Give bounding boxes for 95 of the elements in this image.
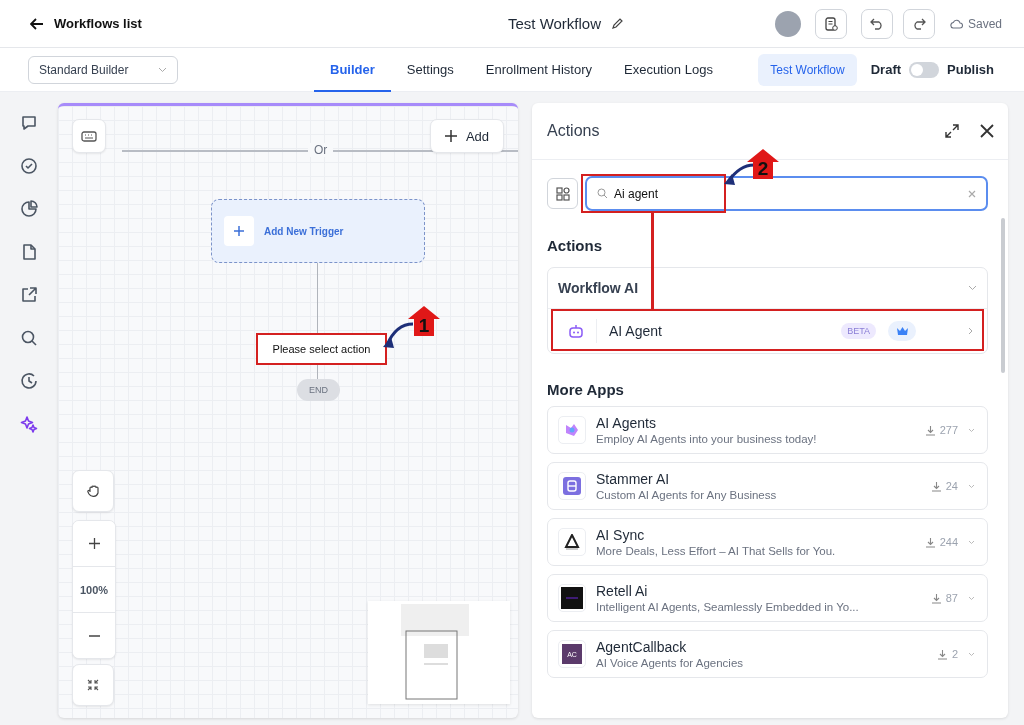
search-icon[interactable] <box>19 328 39 348</box>
grid-view-button[interactable] <box>547 178 578 209</box>
external-link-icon[interactable] <box>19 285 39 305</box>
app-logo <box>561 587 583 609</box>
app-description: AI Voice Agents for Agencies <box>596 657 745 669</box>
install-count: 87 <box>945 592 958 604</box>
chevron-icon <box>968 327 973 335</box>
builder-select[interactable]: Standard Builder <box>28 55 178 84</box>
grid-icon <box>555 186 570 201</box>
nav-tab[interactable]: Execution Logs <box>608 47 729 92</box>
notes-icon <box>822 15 839 32</box>
keyboard-icon <box>81 130 97 142</box>
check-circle-icon[interactable] <box>19 156 39 176</box>
keyboard-button[interactable] <box>72 119 106 153</box>
plus-icon <box>234 226 244 236</box>
app-name: Stammer AI <box>596 471 671 487</box>
test-workflow-button[interactable]: Test Workflow <box>758 53 857 86</box>
end-node: END <box>297 379 340 401</box>
minus-icon <box>88 634 100 637</box>
section-heading: More Apps <box>547 381 625 398</box>
save-status: Saved <box>967 16 1002 31</box>
download-icon <box>924 536 936 548</box>
app-description: Custom AI Agents for Any Business <box>596 489 778 501</box>
search-input: Ai agent <box>614 186 962 201</box>
close-icon[interactable] <box>980 124 994 138</box>
app-card[interactable]: AI Agents Employ AI Agents into your business today! 277 <box>547 406 988 454</box>
nav-tab[interactable]: Settings <box>390 47 470 92</box>
download-icon <box>936 648 948 660</box>
fit-view-button[interactable] <box>72 664 114 706</box>
cloud-icon <box>948 18 963 29</box>
search-icon <box>597 188 608 199</box>
callout-arrow <box>722 162 756 188</box>
app-description: Employ AI Agents into your business today! <box>596 433 818 445</box>
nav-tab[interactable]: Enrollment History <box>469 47 608 92</box>
download-icon <box>930 480 942 492</box>
workflow-title: Test Workflow <box>507 15 602 32</box>
sparkle-icon[interactable] <box>19 414 39 434</box>
avatar[interactable] <box>774 10 801 37</box>
caret-icon <box>158 66 167 73</box>
app-name: Retell Ai <box>596 583 649 599</box>
redo-icon <box>911 17 926 30</box>
clear-icon[interactable] <box>968 189 976 198</box>
pan-hand-button[interactable] <box>72 470 114 512</box>
crown-icon <box>895 326 909 336</box>
install-count: 24 <box>945 480 958 492</box>
pencil-icon[interactable] <box>611 17 625 30</box>
callout-arrow <box>381 321 415 351</box>
history-icon[interactable] <box>19 371 39 391</box>
draft-label: Draft <box>870 62 902 77</box>
panel-title: Actions <box>547 122 601 140</box>
expand-icon[interactable] <box>944 123 960 139</box>
app-logo <box>564 422 580 438</box>
undo-icon <box>869 17 884 30</box>
app-name: AgentCallback <box>596 639 688 655</box>
add-button[interactable]: Add <box>430 119 504 153</box>
publish-label: Publish <box>947 62 994 77</box>
zoom-level: 100% <box>73 566 115 612</box>
app-name: AI Sync <box>596 527 646 543</box>
search-field[interactable]: Ai agent <box>585 176 988 211</box>
callout-badge: 2 <box>746 148 780 180</box>
app-name: AI Agents <box>596 415 657 431</box>
action-node[interactable]: Please select action <box>256 333 387 365</box>
undo-button[interactable] <box>860 8 893 39</box>
section-heading: Actions <box>547 237 603 254</box>
app-card[interactable]: Retell Ai Intelligent AI Agents, Seamlessly Embedded in Yo... 87 <box>547 574 988 622</box>
install-count: 244 <box>939 536 958 548</box>
add-trigger-node[interactable]: Add New Trigger <box>211 199 425 263</box>
back-link[interactable]: Workflows list <box>54 16 142 31</box>
action-item[interactable]: AI Agent BETA <box>548 309 987 353</box>
chat-icon[interactable] <box>19 113 39 133</box>
fit-view-icon <box>87 679 99 691</box>
callout-badge: 1 <box>407 305 441 337</box>
download-icon <box>930 592 942 604</box>
scrollbar[interactable] <box>1001 218 1005 373</box>
publish-toggle[interactable] <box>909 61 940 78</box>
plus-icon <box>88 538 100 549</box>
app-card[interactable]: AI Sync More Deals, Less Effort – AI That Sells for You. 244 <box>547 518 988 566</box>
install-count: 277 <box>939 424 958 436</box>
notes-button[interactable] <box>814 8 847 39</box>
install-count: 2 <box>951 648 958 660</box>
robot-icon <box>568 324 584 338</box>
or-label: Or <box>308 143 334 157</box>
redo-button[interactable] <box>902 8 935 39</box>
back-arrow-icon[interactable] <box>30 17 44 30</box>
hand-icon <box>86 484 100 498</box>
app-card[interactable]: Stammer AI Custom AI Agents for Any Business 24 <box>547 462 988 510</box>
plus-icon <box>444 130 457 142</box>
beta-tag: BETA <box>841 323 876 339</box>
pie-chart-icon[interactable] <box>19 199 39 219</box>
nav-tab[interactable]: Builder <box>314 47 391 92</box>
app-logo <box>564 534 580 550</box>
app-description: More Deals, Less Effort – AI That Sells for You. <box>596 545 837 557</box>
download-icon <box>924 424 936 436</box>
app-logo <box>563 477 581 495</box>
app-description: Intelligent AI Agents, Seamlessly Embedded in Yo... <box>596 601 860 613</box>
